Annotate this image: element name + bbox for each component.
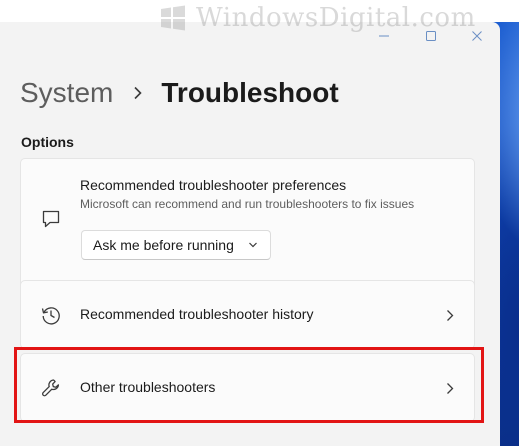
- highlight-annotation-box: [14, 347, 484, 423]
- chevron-down-icon: [249, 242, 257, 248]
- page-title: Troubleshoot: [161, 77, 339, 108]
- dropdown-selected-value: Ask me before running: [93, 237, 234, 253]
- troubleshooter-history-row[interactable]: Recommended troubleshooter history: [20, 280, 475, 349]
- preferences-description: Microsoft can recommend and run troubles…: [80, 197, 415, 211]
- minimize-icon[interactable]: [376, 28, 392, 44]
- maximize-icon[interactable]: [423, 28, 439, 44]
- troubleshooter-preference-dropdown[interactable]: Ask me before running: [81, 230, 271, 260]
- chevron-right-icon: [447, 310, 454, 321]
- preferences-title: Recommended troubleshooter preferences: [80, 177, 347, 193]
- watermark-logo-icon: [161, 5, 185, 31]
- history-label: Recommended troubleshooter history: [80, 306, 314, 322]
- breadcrumb-parent[interactable]: System: [20, 77, 113, 109]
- close-icon[interactable]: [469, 28, 485, 44]
- chat-bubble-icon: [42, 210, 60, 228]
- history-icon: [41, 307, 60, 325]
- options-section-label: Options: [21, 134, 74, 150]
- troubleshooter-preferences-card: Recommended troubleshooter preferences M…: [20, 158, 475, 296]
- breadcrumb: System Troubleshoot: [20, 77, 339, 109]
- breadcrumb-separator-icon: [134, 86, 142, 100]
